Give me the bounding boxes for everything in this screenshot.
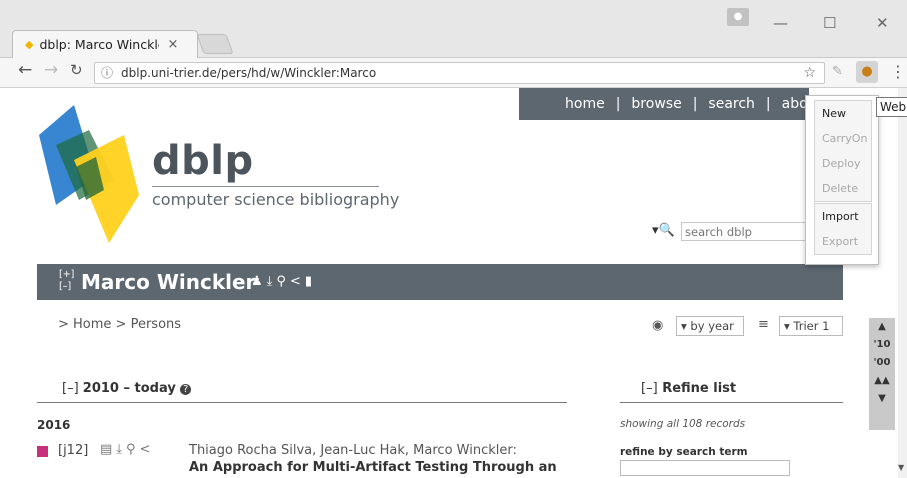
year-heading: 2016 [37, 418, 71, 432]
extension-feather-icon[interactable]: ✎ [832, 64, 843, 79]
record-count: showing all 108 records [620, 418, 746, 430]
popup-item-carryon[interactable]: CarryOn [815, 126, 871, 151]
bookmark-star-icon[interactable]: ☆ [803, 63, 816, 83]
eye-icon: ◉ [652, 318, 664, 333]
share-icon[interactable]: < [290, 274, 305, 289]
section-divider [37, 402, 567, 403]
info-icon[interactable]: ⓘ [101, 63, 113, 83]
database-icon: ≡ [758, 317, 769, 332]
mirror-select[interactable]: ▾ Trier 1 [779, 316, 843, 336]
address-bar[interactable]: ⓘ dblp.uni-trier.de/pers/hd/w/Winckler:M… [94, 62, 825, 84]
browser-menu-icon[interactable]: ⋮ [890, 62, 906, 81]
refine-search-input[interactable] [620, 460, 790, 476]
popup-item-export[interactable]: Export [815, 229, 871, 254]
section-toggle[interactable]: [–] [62, 381, 79, 396]
profile-icon[interactable]: ● [727, 8, 749, 26]
nav-browse[interactable]: browse [631, 96, 681, 112]
popup-item-deploy[interactable]: Deploy [815, 151, 871, 176]
help-icon[interactable]: ? [179, 384, 192, 395]
site-subtitle: computer science bibliography [152, 190, 400, 209]
popup-item-new[interactable]: New [815, 101, 871, 126]
section-title: 2010 – today [82, 381, 176, 396]
nav-separator: | [692, 96, 698, 112]
close-window-button[interactable]: ✕ [876, 14, 889, 32]
collapse-all-button[interactable]: [–] [59, 281, 74, 293]
refine-toggle[interactable]: [–] [641, 381, 658, 396]
refine-heading: [–] Refine list [641, 381, 736, 396]
nav-home[interactable]: home [565, 96, 605, 112]
site-logo-text: dblp [152, 138, 254, 184]
journal-marker-icon [37, 446, 48, 457]
refine-label: refine by search term [620, 446, 748, 458]
extension-popup: New CarryOn Deploy Delete Import Export [805, 95, 879, 265]
nav-separator: | [615, 96, 621, 112]
popup-group-io: Import Export [814, 203, 872, 255]
publication-title: An Approach for Multi-Artifact Testing T… [189, 460, 557, 475]
minimize-button[interactable]: — [773, 14, 788, 32]
refine-divider [620, 402, 843, 403]
order-select[interactable]: ▾ by year [676, 316, 744, 336]
jump-coauthors[interactable]: ▲▲ [869, 372, 895, 390]
top-navbar: home | browse | search | about [519, 88, 822, 120]
search-input[interactable] [681, 222, 807, 241]
citation-icon[interactable]: ⚲ [126, 442, 140, 457]
publication-authors[interactable]: Thiago Rocha Silva, Jean-Luc Hak, Marco … [189, 443, 517, 458]
tab-title: dblp: Marco Winckle [39, 37, 160, 52]
extension-tooltip: Web [876, 97, 907, 117]
popup-item-delete[interactable]: Delete [815, 176, 871, 201]
expand-all-button[interactable]: [+] [59, 269, 74, 281]
reference-icon[interactable]: ⚲ [276, 274, 290, 289]
person-name: Marco Winckler [81, 270, 256, 294]
back-button[interactable]: ← [18, 60, 32, 80]
nav-separator: | [765, 96, 771, 112]
person-icon[interactable]: ♟ [251, 274, 267, 289]
download-icon[interactable]: ⤓ [267, 274, 277, 289]
jump-top[interactable]: ▲ [869, 318, 895, 336]
refine-title: Refine list [662, 381, 737, 396]
browser-tab[interactable]: ◆ dblp: Marco Winckle × [12, 30, 198, 58]
dblp-logo[interactable] [34, 105, 144, 245]
person-toolbar: ♟⤓⚲<▮ [251, 274, 316, 289]
comment-icon[interactable]: ▮ [305, 274, 316, 289]
section-heading: [–] 2010 – today ? [62, 381, 192, 396]
reload-button[interactable]: ↻ [70, 61, 83, 79]
popup-item-import[interactable]: Import [815, 204, 871, 229]
nav-search[interactable]: search [708, 96, 755, 112]
popup-group-main: New CarryOn Deploy Delete [814, 100, 872, 202]
share-record-icon[interactable]: < [140, 442, 155, 457]
electronic-edition-icon[interactable]: ▤ [100, 442, 116, 457]
jump-panel: ▲ '10 '00 ▲▲ ▼ [869, 318, 895, 430]
favicon-icon: ◆ [25, 38, 34, 51]
tab-close-button[interactable]: × [167, 37, 178, 52]
publication-key: [j12] [58, 443, 89, 458]
forward-button[interactable]: → [44, 60, 58, 80]
url-text: dblp.uni-trier.de/pers/hd/w/Winckler:Mar… [121, 66, 377, 80]
maximize-button[interactable]: ☐ [823, 14, 836, 32]
scroll-down-arrow[interactable]: ▼ [898, 463, 904, 472]
expand-collapse-toggle[interactable]: [+] [–] [59, 269, 74, 293]
search-icon[interactable]: ▾🔍 [652, 223, 675, 238]
page-scrollbar[interactable] [898, 88, 907, 478]
export-record-icon[interactable]: ⤓ [116, 442, 126, 457]
breadcrumb[interactable]: > Home > Persons [58, 317, 181, 332]
extension-active-icon[interactable]: ● [856, 61, 878, 83]
jump-2000[interactable]: '00 [869, 354, 895, 372]
jump-2010[interactable]: '10 [869, 336, 895, 354]
person-header: [+] [–] Marco Winckler ♟⤓⚲<▮ [37, 264, 843, 300]
jump-bottom[interactable]: ▼ [869, 390, 895, 408]
publication-actions: ▤⤓⚲< [100, 442, 154, 457]
logo-divider [152, 186, 379, 187]
